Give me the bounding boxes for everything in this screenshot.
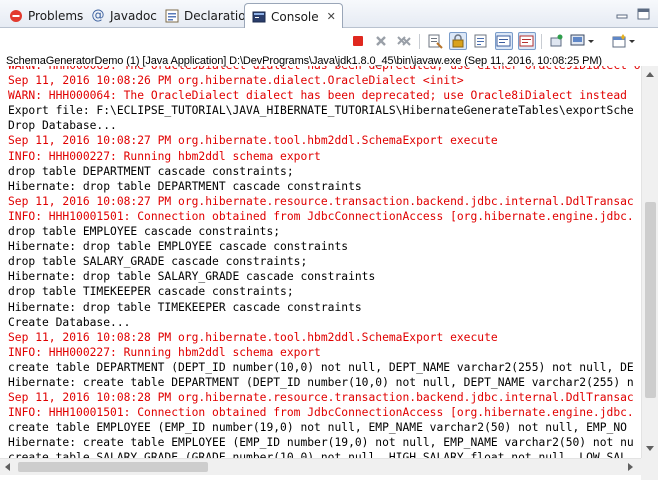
remove-launch-icon[interactable]	[372, 32, 390, 50]
horizontal-scrollbar[interactable]	[0, 458, 641, 475]
view-tab-bar: Problems @ Javadoc Declaration Console ✕	[0, 0, 658, 29]
console-output[interactable]: WARN: HHH000065: The Oracle9Dialect dial…	[0, 66, 640, 458]
terminate-icon[interactable]	[349, 32, 367, 50]
scroll-down-arrow[interactable]	[646, 446, 654, 451]
console-line-stdout: drop table EMPLOYEE cascade constraints;	[8, 225, 281, 239]
console-line-stderr: Sep 11, 2016 10:08:28 PM org.hibernate.r…	[8, 391, 634, 405]
tab-label: Console	[271, 9, 319, 24]
console-line-stderr: WARN: HHH000065: The Oracle9Dialect dial…	[0, 66, 640, 73]
console-line-stderr: Sep 11, 2016 10:08:27 PM org.hibernate.t…	[8, 134, 498, 148]
console-line-stdout: Hibernate: drop table DEPARTMENT cascade…	[8, 179, 362, 193]
open-console-icon[interactable]	[612, 32, 638, 50]
console-line-stdout: drop table TIMEKEEPER cascade constraint…	[8, 285, 294, 299]
console-line-stdout: Hibernate: create table EMPLOYEE (EMP_ID…	[8, 436, 634, 450]
tab-javadoc[interactable]: @ Javadoc	[84, 3, 163, 28]
pin-console-icon[interactable]	[548, 32, 566, 50]
javadoc-icon: @	[91, 8, 105, 23]
console-line-stderr: INFO: HHH000227: Running hbm2ddl schema …	[8, 345, 321, 359]
tab-label: Declaration	[184, 8, 254, 23]
scroll-left-arrow[interactable]	[5, 463, 10, 471]
console-line-stdout: drop table DEPARTMENT cascade constraint…	[8, 164, 294, 178]
display-console-icon[interactable]	[570, 32, 596, 50]
clear-console-icon[interactable]	[426, 32, 444, 50]
vertical-scrollbar[interactable]	[641, 66, 658, 458]
tab-problems[interactable]: Problems	[2, 3, 89, 28]
console-line-stderr: INFO: HHH10001501: Connection obtained f…	[8, 209, 634, 223]
console-icon	[251, 9, 267, 25]
toolbar-separator	[419, 34, 420, 49]
console-line-stdout: Create Database...	[8, 315, 131, 329]
remove-all-terminated-icon[interactable]	[395, 32, 413, 50]
console-line-stderr: WARN: HHH000064: The OracleDialect diale…	[8, 89, 627, 103]
maximize-icon[interactable]	[636, 7, 652, 21]
problems-icon	[8, 8, 24, 24]
scroll-up-arrow[interactable]	[646, 72, 654, 77]
console-line-stdout: create table DEPARTMENT (DEPT_ID number(…	[8, 360, 634, 374]
scroll-right-arrow[interactable]	[628, 463, 633, 471]
scroll-lock-icon[interactable]	[449, 32, 467, 50]
toolbar-separator	[541, 34, 542, 49]
console-line-stderr: INFO: HHH10001501: Connection obtained f…	[8, 406, 634, 420]
close-tab-icon[interactable]: ✕	[327, 10, 336, 23]
console-line-stderr: Sep 11, 2016 10:08:27 PM org.hibernate.r…	[8, 194, 634, 208]
console-line-stdout: Hibernate: drop table SALARY_GRADE casca…	[8, 270, 376, 284]
console-line-stdout: Drop Database...	[8, 119, 117, 133]
declaration-icon	[164, 8, 180, 24]
console-line-stdout: drop table SALARY_GRADE cascade constrai…	[8, 255, 308, 269]
console-line-stdout: Hibernate: create table DEPARTMENT (DEPT…	[8, 375, 634, 389]
tab-label: Problems	[28, 8, 84, 23]
console-line-stdout: create table EMPLOYEE (EMP_ID number(19,…	[8, 421, 627, 435]
minimize-icon[interactable]	[614, 7, 630, 21]
tab-label: Javadoc	[110, 8, 157, 23]
word-wrap-icon[interactable]	[472, 32, 490, 50]
scrollbar-corner	[641, 458, 658, 480]
show-on-stdout-icon[interactable]	[495, 32, 513, 50]
console-line-stdout: create table SALARY_GRADE (GRADE number(…	[8, 451, 627, 458]
console-line-stderr: INFO: HHH000227: Running hbm2ddl schema …	[8, 149, 321, 163]
console-line-stderr: Sep 11, 2016 10:08:28 PM org.hibernate.t…	[8, 330, 498, 344]
show-on-stderr-icon[interactable]	[518, 32, 536, 50]
console-toolbar	[0, 28, 658, 54]
console-line-stdout: Export file: F:\ECLIPSE_TUTORIAL\JAVA_HI…	[8, 104, 634, 118]
console-line-stdout: Hibernate: drop table TIMEKEEPER cascade…	[8, 300, 362, 314]
console-line-stdout: Hibernate: drop table EMPLOYEE cascade c…	[8, 240, 349, 254]
console-line-stderr: Sep 11, 2016 10:08:26 PM org.hibernate.d…	[8, 74, 464, 88]
horizontal-scroll-thumb[interactable]	[18, 462, 208, 472]
vertical-scroll-thumb[interactable]	[645, 202, 656, 398]
tab-console[interactable]: Console ✕	[244, 3, 343, 29]
